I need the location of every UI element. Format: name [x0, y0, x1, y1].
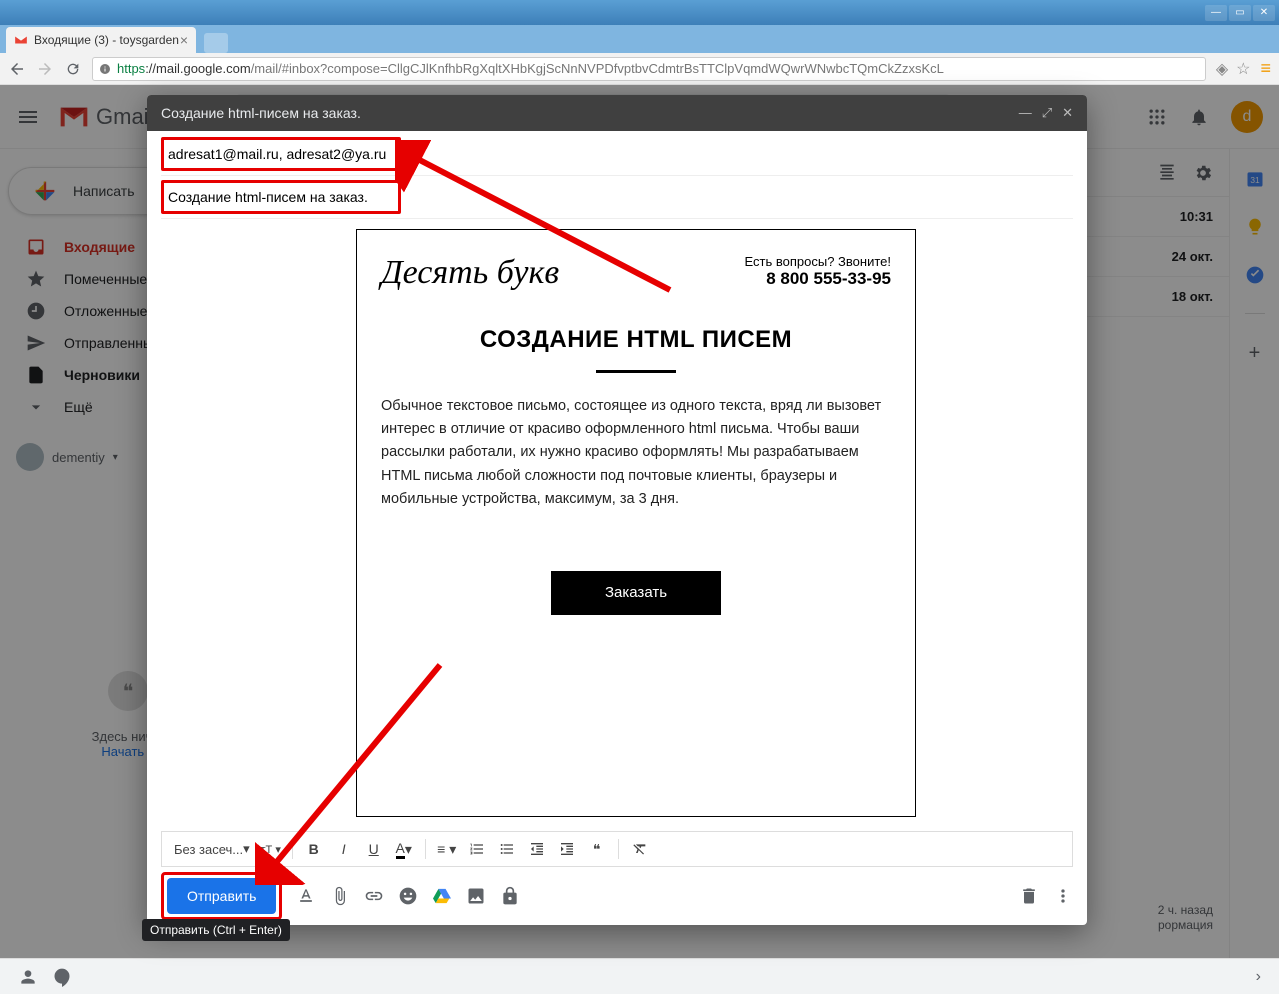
subject-input[interactable] — [168, 183, 394, 211]
gmail-logo-text: Gmail — [96, 104, 153, 130]
email-phone: 8 800 555-33-95 — [745, 269, 891, 289]
discard-draft-icon[interactable] — [1019, 886, 1039, 906]
url-protocol: https — [117, 61, 145, 76]
email-questions-text: Есть вопросы? Звоните! — [745, 254, 891, 269]
quote-button[interactable]: ❝ — [584, 836, 610, 862]
star-icon — [26, 269, 46, 289]
url-path: /mail/#inbox?compose=CllgCJlKnfhbRgXqltX… — [251, 61, 944, 76]
bookmark-star-icon[interactable]: ☆ — [1236, 59, 1250, 79]
forward-button[interactable] — [36, 60, 54, 78]
apps-grid-icon[interactable] — [1147, 107, 1167, 127]
calendar-icon[interactable]: 31 — [1245, 169, 1265, 189]
main-menu-button[interactable] — [16, 105, 40, 129]
font-family-dropdown[interactable]: Без засеч... ▾ — [170, 836, 254, 862]
compose-minimize-icon[interactable]: — — [1019, 105, 1032, 121]
compose-label: Написать — [73, 183, 134, 199]
indent-more-button[interactable] — [554, 836, 580, 862]
send-icon — [26, 333, 46, 353]
account-avatar[interactable]: d — [1231, 101, 1263, 133]
inbox-icon — [26, 237, 46, 257]
close-tab-icon[interactable]: × — [180, 32, 188, 48]
chrome-menu-button[interactable]: ≡ — [1260, 58, 1271, 79]
bullet-list-button[interactable] — [494, 836, 520, 862]
reload-button[interactable] — [64, 60, 82, 78]
insert-photo-icon[interactable] — [466, 886, 486, 906]
align-button[interactable]: ≡ ▾ — [434, 836, 460, 862]
confidential-mode-icon[interactable] — [500, 886, 520, 906]
compose-titlebar[interactable]: Создание html-писем на заказ. — ⤢ ✕ — [147, 95, 1087, 131]
text-color-button[interactable]: A ▾ — [391, 836, 417, 862]
plus-icon — [31, 177, 59, 205]
notifications-icon[interactable] — [1189, 107, 1209, 127]
input-tools-icon[interactable] — [1157, 163, 1177, 183]
window-maximize-button[interactable]: ▭ — [1229, 5, 1251, 21]
user-avatar-small — [16, 443, 44, 471]
browser-tab-strip: Входящие (3) - toysgarden × — [0, 25, 1279, 53]
indent-less-button[interactable] — [524, 836, 550, 862]
compose-title: Создание html-писем на заказ. — [161, 105, 361, 121]
hangouts-bubble-icon[interactable] — [52, 967, 72, 987]
back-button[interactable] — [8, 60, 26, 78]
compose-fullscreen-icon[interactable]: ⤢ — [1042, 105, 1052, 121]
compose-close-icon[interactable]: ✕ — [1062, 105, 1073, 121]
hangouts-footer: › — [0, 958, 1279, 994]
email-preview: Десять букв Есть вопросы? Звоните! 8 800… — [356, 229, 916, 817]
font-size-button[interactable]: тТ ▾ — [258, 836, 284, 862]
gmail-logo[interactable]: Gmail — [58, 104, 153, 130]
underline-button[interactable]: U — [361, 836, 387, 862]
hangouts-quote-icon: ❝ — [108, 671, 148, 711]
format-toolbar: Без засеч... ▾ тТ ▾ B I U A ▾ ≡ ▾ ❝ — [161, 831, 1073, 867]
compose-footer: Отправить — [147, 867, 1087, 925]
numbered-list-button[interactable] — [464, 836, 490, 862]
compose-window: Создание html-писем на заказ. — ⤢ ✕ Деся… — [147, 95, 1087, 925]
email-cta-button[interactable]: Заказать — [551, 571, 721, 615]
email-brand: Десять букв — [381, 254, 559, 292]
clock-icon — [26, 301, 46, 321]
tasks-icon[interactable] — [1245, 265, 1265, 285]
email-body-text: Обычное текстовое письмо, состоящее из о… — [381, 395, 891, 511]
draft-icon — [26, 365, 46, 385]
email-divider — [596, 370, 676, 373]
email-title: СОЗДАНИЕ HTML ПИСЕМ — [381, 326, 891, 354]
remove-formatting-button[interactable] — [627, 836, 653, 862]
page-info-icon — [99, 63, 111, 75]
dropdown-caret-icon: ▾ — [113, 452, 118, 463]
gmail-logo-icon — [58, 105, 90, 129]
browser-tab-title: Входящие (3) - toysgarden — [34, 33, 179, 47]
insert-drive-icon[interactable] — [432, 886, 452, 906]
shield-icon[interactable]: ◈ — [1216, 59, 1228, 79]
url-domain: ://mail.google.com — [145, 61, 251, 76]
compose-body[interactable]: Десять букв Есть вопросы? Звоните! 8 800… — [147, 219, 1087, 827]
formatting-options-icon[interactable] — [296, 886, 316, 906]
insert-link-icon[interactable] — [364, 886, 384, 906]
new-tab-button[interactable] — [204, 33, 228, 53]
browser-address-bar: https://mail.google.com/mail/#inbox?comp… — [0, 53, 1279, 85]
window-close-button[interactable]: ✕ — [1253, 5, 1275, 21]
expand-chevron-icon[interactable]: › — [1256, 968, 1261, 986]
person-icon[interactable] — [18, 967, 38, 987]
gmail-favicon-icon — [14, 33, 28, 47]
more-options-icon[interactable] — [1053, 886, 1073, 906]
attach-file-icon[interactable] — [330, 886, 350, 906]
chevron-down-icon — [26, 397, 46, 417]
add-addon-button[interactable]: + — [1249, 342, 1261, 365]
svg-text:31: 31 — [1250, 175, 1260, 185]
insert-emoji-icon[interactable] — [398, 886, 418, 906]
window-minimize-button[interactable]: — — [1205, 5, 1227, 21]
bold-button[interactable]: B — [301, 836, 327, 862]
send-tooltip: Отправить (Ctrl + Enter) — [142, 919, 290, 941]
activity-link[interactable]: рормация — [1158, 918, 1213, 934]
send-button[interactable]: Отправить — [167, 878, 276, 914]
italic-button[interactable]: I — [331, 836, 357, 862]
right-side-panel: 31 + — [1229, 149, 1279, 994]
keep-icon[interactable] — [1245, 217, 1265, 237]
browser-tab[interactable]: Входящие (3) - toysgarden × — [6, 27, 196, 53]
window-titlebar: — ▭ ✕ — [0, 0, 1279, 25]
activity-time: 2 ч. назад — [1158, 903, 1213, 919]
url-input[interactable]: https://mail.google.com/mail/#inbox?comp… — [92, 57, 1206, 81]
recipients-input[interactable] — [168, 140, 394, 168]
settings-gear-icon[interactable] — [1193, 163, 1213, 183]
